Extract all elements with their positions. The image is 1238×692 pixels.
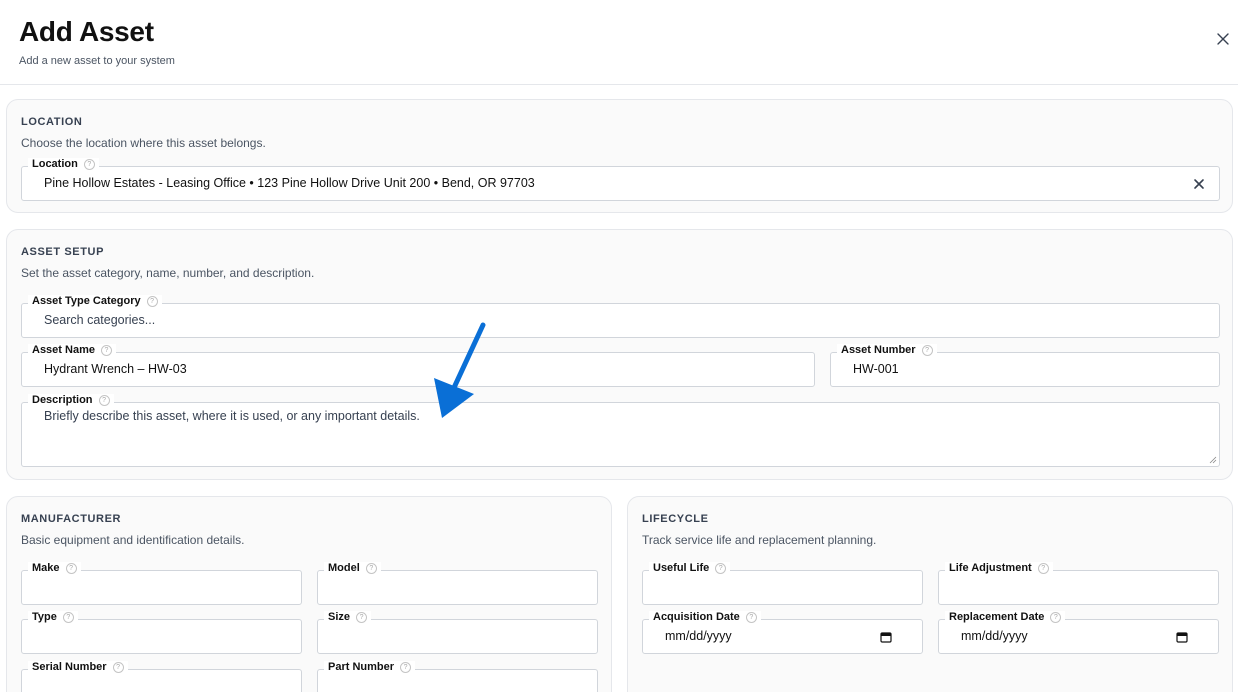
asset-name-field[interactable]: Asset Name ? Hydrant Wrench – HW-03	[21, 344, 815, 387]
type-field[interactable]: Type ?	[21, 611, 302, 654]
size-label: Size	[328, 611, 351, 623]
help-icon[interactable]: ?	[745, 611, 757, 623]
clear-icon[interactable]	[1193, 178, 1205, 190]
description-textarea[interactable]: Description ? Briefly describe this asse…	[21, 394, 1220, 467]
serial-number-label: Serial Number	[32, 661, 107, 673]
make-field[interactable]: Make ?	[21, 562, 302, 605]
useful-life-label: Useful Life	[653, 562, 710, 574]
useful-life-field[interactable]: Useful Life ?	[642, 562, 923, 605]
life-adjustment-field[interactable]: Life Adjustment ?	[938, 562, 1219, 605]
life-adjustment-label: Life Adjustment	[949, 562, 1032, 574]
part-number-field[interactable]: Part Number ?	[317, 661, 598, 692]
lifecycle-heading: LIFECYCLE	[642, 513, 709, 525]
location-card: LOCATION Choose the location where this …	[6, 99, 1233, 213]
location-field[interactable]: Location ? Pine Hollow Estates - Leasing…	[21, 158, 1220, 201]
location-value: Pine Hollow Estates - Leasing Office • 1…	[44, 176, 535, 190]
manufacturer-description: Basic equipment and identification detai…	[21, 533, 245, 547]
asset-setup-heading: ASSET SETUP	[21, 246, 105, 258]
type-label: Type	[32, 611, 57, 623]
asset-category-placeholder: Search categories...	[44, 313, 156, 327]
asset-name-value: Hydrant Wrench – HW-03	[44, 362, 187, 376]
replacement-date-field[interactable]: Replacement Date ? mm/dd/yyyy	[938, 611, 1219, 654]
calendar-icon[interactable]	[880, 631, 892, 643]
help-icon[interactable]: ?	[98, 394, 110, 406]
asset-number-value: HW-001	[853, 362, 899, 376]
asset-category-label: Asset Type Category	[32, 295, 141, 307]
lifecycle-description: Track service life and replacement plann…	[642, 533, 877, 547]
help-icon[interactable]: ?	[715, 562, 727, 574]
help-icon[interactable]: ?	[65, 562, 77, 574]
help-icon[interactable]: ?	[112, 661, 124, 673]
size-field[interactable]: Size ?	[317, 611, 598, 654]
lifecycle-card: LIFECYCLE Track service life and replace…	[627, 496, 1233, 692]
model-label: Model	[328, 562, 360, 574]
acquisition-date-value: mm/dd/yyyy	[665, 629, 732, 643]
manufacturer-card: MANUFACTURER Basic equipment and identif…	[6, 496, 612, 692]
part-number-label: Part Number	[328, 661, 395, 673]
acquisition-date-field[interactable]: Acquisition Date ? mm/dd/yyyy	[642, 611, 923, 654]
help-icon[interactable]: ?	[356, 611, 368, 623]
manufacturer-heading: MANUFACTURER	[21, 513, 122, 525]
description-label: Description	[32, 394, 93, 406]
help-icon[interactable]: ?	[1037, 562, 1049, 574]
serial-number-field[interactable]: Serial Number ?	[21, 661, 302, 692]
modal-title: Add Asset	[19, 16, 154, 47]
help-icon[interactable]: ?	[146, 295, 158, 307]
close-icon[interactable]	[1214, 30, 1232, 48]
resize-handle-icon[interactable]	[1209, 456, 1217, 464]
help-icon[interactable]: ?	[365, 562, 377, 574]
help-icon[interactable]: ?	[62, 611, 74, 623]
calendar-icon[interactable]	[1176, 631, 1188, 643]
acquisition-date-label: Acquisition Date	[653, 611, 740, 623]
modal-subtitle: Add a new asset to your system	[19, 55, 175, 67]
replacement-date-value: mm/dd/yyyy	[961, 629, 1028, 643]
make-label: Make	[32, 562, 60, 574]
location-description: Choose the location where this asset bel…	[21, 136, 266, 150]
model-field[interactable]: Model ?	[317, 562, 598, 605]
help-icon[interactable]: ?	[1050, 611, 1062, 623]
location-label: Location	[32, 158, 78, 170]
description-placeholder: Briefly describe this asset, where it is…	[44, 409, 420, 423]
help-icon[interactable]: ?	[100, 344, 112, 356]
asset-number-field[interactable]: Asset Number ? HW-001	[830, 344, 1220, 387]
location-heading: LOCATION	[21, 116, 83, 128]
help-icon[interactable]: ?	[400, 661, 412, 673]
replacement-date-label: Replacement Date	[949, 611, 1045, 623]
asset-setup-card: ASSET SETUP Set the asset category, name…	[6, 229, 1233, 480]
modal-header: Add Asset Add a new asset to your system	[0, 0, 1238, 85]
help-icon[interactable]: ?	[921, 344, 933, 356]
asset-setup-description: Set the asset category, name, number, an…	[21, 266, 315, 280]
help-icon[interactable]: ?	[83, 158, 95, 170]
asset-number-label: Asset Number	[841, 344, 916, 356]
asset-name-label: Asset Name	[32, 344, 95, 356]
asset-category-field[interactable]: Asset Type Category ? Search categories.…	[21, 295, 1220, 338]
